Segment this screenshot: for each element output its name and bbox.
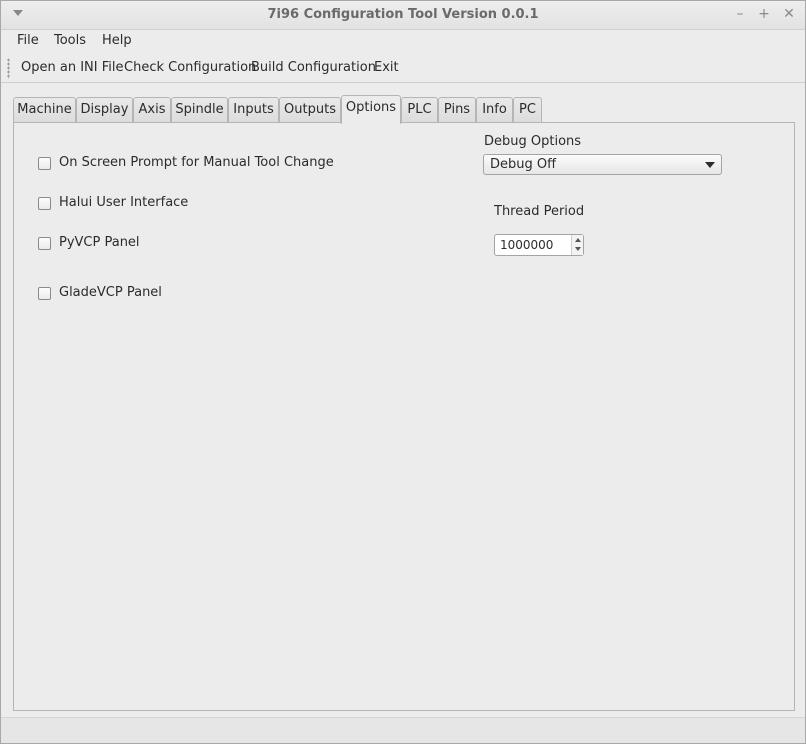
tab-outputs[interactable]: Outputs — [279, 97, 341, 123]
tab-axis[interactable]: Axis — [133, 97, 171, 123]
gladevcp-label[interactable]: GladeVCP Panel — [59, 285, 162, 300]
tab-bar: Machine Display Axis Spindle Inputs Outp… — [13, 95, 795, 124]
options-panel: On Screen Prompt for Manual Tool Change … — [13, 122, 795, 711]
close-button[interactable]: ✕ — [780, 5, 798, 23]
build-configuration-button[interactable]: Build Configuration — [251, 60, 376, 75]
gladevcp-checkbox[interactable] — [38, 287, 51, 300]
tab-display[interactable]: Display — [76, 97, 133, 123]
debug-options-select[interactable]: Debug Off — [483, 154, 722, 175]
pyvcp-label[interactable]: PyVCP Panel — [59, 235, 140, 250]
thread-period-spinbox[interactable]: 1000000 — [494, 234, 584, 256]
halui-checkbox[interactable] — [38, 197, 51, 210]
debug-options-label: Debug Options — [484, 134, 582, 149]
open-ini-button[interactable]: Open an INI File — [21, 60, 123, 75]
maximize-button[interactable]: + — [755, 5, 773, 23]
arrow-up-icon[interactable] — [575, 238, 581, 242]
minimize-button[interactable]: – — [731, 5, 749, 23]
menu-file[interactable]: File — [14, 33, 42, 48]
tab-spindle[interactable]: Spindle — [171, 97, 228, 123]
tab-machine[interactable]: Machine — [13, 97, 76, 123]
tab-inputs[interactable]: Inputs — [228, 97, 279, 123]
check-configuration-button[interactable]: Check Configuration — [124, 60, 256, 75]
tab-pc[interactable]: PC — [513, 97, 542, 123]
pyvcp-checkbox[interactable] — [38, 237, 51, 250]
debug-options-value: Debug Off — [490, 157, 557, 172]
spin-buttons — [571, 235, 583, 255]
tab-plc[interactable]: PLC — [401, 97, 438, 123]
menu-help[interactable]: Help — [99, 33, 135, 48]
app-window: 7i96 Configuration Tool Version 0.0.1 – … — [0, 0, 806, 744]
tab-info[interactable]: Info — [476, 97, 513, 123]
window-title: 7i96 Configuration Tool Version 0.0.1 — [267, 7, 539, 22]
toolbar: Open an INI File Check Configuration Bui… — [1, 54, 805, 83]
exit-button[interactable]: Exit — [374, 60, 399, 75]
chevron-down-icon — [705, 162, 715, 168]
menu-tools[interactable]: Tools — [51, 33, 89, 48]
tab-options[interactable]: Options — [341, 95, 401, 124]
tab-pins[interactable]: Pins — [438, 97, 476, 123]
arrow-down-icon[interactable] — [575, 247, 581, 251]
manual-tool-change-label[interactable]: On Screen Prompt for Manual Tool Change — [59, 155, 334, 170]
thread-period-label: Thread Period — [494, 204, 585, 219]
halui-label[interactable]: Halui User Interface — [59, 195, 188, 210]
menu-bar: File Tools Help — [1, 30, 805, 54]
toolbar-grip-icon[interactable] — [7, 58, 10, 79]
manual-tool-change-checkbox[interactable] — [38, 157, 51, 170]
status-bar — [1, 717, 805, 743]
thread-period-value[interactable]: 1000000 — [500, 238, 553, 252]
title-bar[interactable]: 7i96 Configuration Tool Version 0.0.1 – … — [1, 1, 805, 30]
